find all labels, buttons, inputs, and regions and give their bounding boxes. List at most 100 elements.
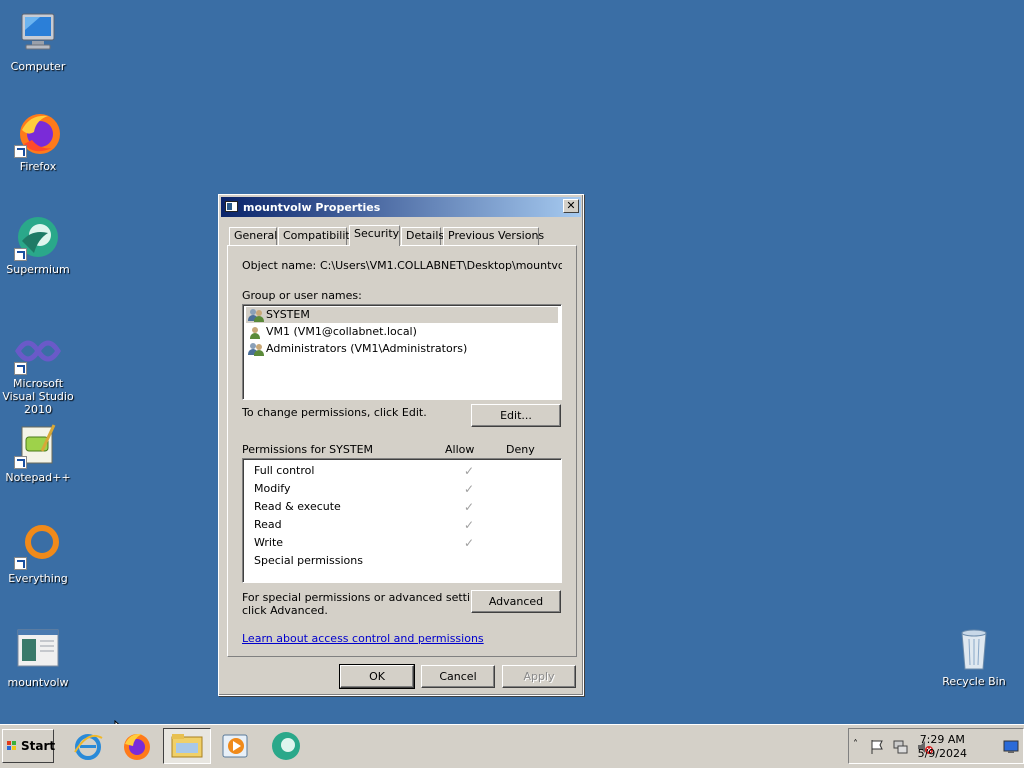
tab-previous-versions[interactable]: Previous Versions xyxy=(443,227,544,245)
shortcut-arrow-icon xyxy=(14,456,27,469)
edit-button[interactable]: Edit... xyxy=(471,404,561,427)
desktop-icon-label: Supermium xyxy=(6,263,70,276)
desktop-icon-computer[interactable]: Computer xyxy=(0,10,78,73)
group-or-user-names-label: Group or user names: xyxy=(242,289,362,302)
desktop-icon-label: Recycle Bin xyxy=(942,675,1006,688)
shortcut-arrow-icon xyxy=(14,557,27,570)
user-icon xyxy=(248,325,264,339)
allow-check-icon: ✓ xyxy=(464,464,475,478)
desktop-icon-label: Microsoft Visual Studio 2010 xyxy=(2,377,74,416)
action-center-flag-icon[interactable] xyxy=(869,739,885,755)
network-icon[interactable] xyxy=(893,739,909,755)
desktop-icon-supermium[interactable]: Supermium xyxy=(0,213,78,276)
change-permissions-text: To change permissions, click Edit. xyxy=(242,406,427,419)
executable-icon xyxy=(14,626,62,674)
permission-row: Modify ✓ xyxy=(254,480,564,498)
close-button[interactable]: ✕ xyxy=(563,199,579,213)
permissions-for-label: Permissions for SYSTEM xyxy=(242,443,374,456)
permission-row: Full control ✓ xyxy=(254,462,564,480)
permissions-list[interactable]: Full control ✓ Modify ✓ Read & execute ✓… xyxy=(242,458,562,583)
clock[interactable]: 7:29 AM 5/9/2024 xyxy=(918,733,967,761)
properties-dialog: mountvolw Properties ✕ General Compatibi… xyxy=(218,194,584,696)
list-item-label: VM1 (VM1@collabnet.local) xyxy=(266,325,417,338)
clock-date: 5/9/2024 xyxy=(917,747,967,760)
window-icon xyxy=(225,201,238,212)
allow-header: Allow xyxy=(445,443,475,456)
list-item-label: SYSTEM xyxy=(266,308,310,321)
desktop-icon-mountvolw[interactable]: mountvolw xyxy=(0,626,78,689)
system-tray: ˄ 7:29 AM 5/9/2024 xyxy=(848,728,1024,764)
permission-row: Write ✓ xyxy=(254,534,564,552)
allow-check-icon: ✓ xyxy=(464,482,475,496)
list-item[interactable]: Administrators (VM1\Administrators) xyxy=(246,341,558,357)
supermium-taskbar-icon[interactable] xyxy=(270,730,302,762)
media-player-icon[interactable] xyxy=(220,730,252,762)
user-list[interactable]: SYSTEM VM1 (VM1@collabnet.local) Adminis… xyxy=(242,304,562,400)
permission-row: Special permissions xyxy=(254,552,564,570)
deny-header: Deny xyxy=(506,443,535,456)
clock-time: 7:29 AM xyxy=(919,733,965,746)
show-desktop-icon[interactable] xyxy=(1003,739,1019,755)
tab-general[interactable]: General xyxy=(229,227,277,245)
shortcut-arrow-icon xyxy=(14,145,27,158)
file-explorer-taskbar-icon[interactable] xyxy=(163,728,211,764)
shortcut-arrow-icon xyxy=(14,362,27,375)
windows-logo-icon xyxy=(7,741,17,751)
everything-icon xyxy=(14,522,62,570)
tab-compatibility[interactable]: Compatibility xyxy=(278,227,356,245)
desktop-icon-firefox[interactable]: Firefox xyxy=(0,110,78,173)
dialog-titlebar[interactable]: mountvolw Properties ✕ xyxy=(221,197,581,217)
firefox-icon xyxy=(14,110,62,158)
taskbar: Start ˄ 7:29 AM 5/9/2024 xyxy=(0,724,1024,768)
desktop-icon-label: Computer xyxy=(10,60,66,73)
permission-name: Read xyxy=(254,518,282,531)
list-item-label: Administrators (VM1\Administrators) xyxy=(266,342,468,355)
allow-check-icon: ✓ xyxy=(464,536,475,550)
permission-name: Write xyxy=(254,536,284,549)
list-item[interactable]: SYSTEM xyxy=(246,307,558,323)
ok-button[interactable]: OK xyxy=(339,664,415,689)
tab-details[interactable]: Details xyxy=(401,227,444,245)
dialog-title: mountvolw Properties xyxy=(243,201,381,214)
desktop-icon-recycle-bin[interactable]: Recycle Bin xyxy=(934,625,1014,688)
start-label: Start xyxy=(21,739,56,753)
permission-name: Read & execute xyxy=(254,500,341,513)
desktop-icon-label: Everything xyxy=(8,572,68,585)
permission-row: Read ✓ xyxy=(254,516,564,534)
learn-access-control-link[interactable]: Learn about access control and permissio… xyxy=(242,632,484,645)
user-group-icon xyxy=(248,342,264,356)
advanced-settings-text-2: click Advanced. xyxy=(242,604,328,617)
cancel-button[interactable]: Cancel xyxy=(421,665,495,688)
desktop-icon-label: Firefox xyxy=(19,160,57,173)
advanced-settings-text: For special permissions or advanced sett… xyxy=(242,591,494,604)
notepadpp-icon xyxy=(14,421,62,469)
list-item[interactable]: VM1 (VM1@collabnet.local) xyxy=(246,324,558,340)
firefox-taskbar-icon[interactable] xyxy=(120,730,152,762)
security-tab-panel: Object name: C:\Users\VM1.COLLABNET\Desk… xyxy=(227,245,577,657)
tab-security[interactable]: Security xyxy=(349,225,400,246)
supermium-icon xyxy=(14,213,62,261)
recycle-bin-icon xyxy=(950,625,998,673)
desktop-icon-label: Notepad++ xyxy=(5,471,71,484)
user-group-icon xyxy=(248,308,264,322)
desktop-icon-everything[interactable]: Everything xyxy=(0,522,78,585)
allow-check-icon: ✓ xyxy=(464,500,475,514)
allow-check-icon: ✓ xyxy=(464,518,475,532)
permission-name: Full control xyxy=(254,464,315,477)
start-button[interactable]: Start xyxy=(2,729,56,763)
object-name-value: C:\Users\VM1.COLLABNET\Desktop\mountvolw… xyxy=(320,259,562,272)
visual-studio-icon xyxy=(14,327,62,375)
desktop-icon-notepadpp[interactable]: Notepad++ xyxy=(0,421,78,484)
object-name-label: Object name: xyxy=(242,259,317,272)
shortcut-arrow-icon xyxy=(14,248,27,261)
apply-button[interactable]: Apply xyxy=(502,665,576,688)
computer-icon xyxy=(14,10,62,58)
advanced-button[interactable]: Advanced xyxy=(471,590,561,613)
desktop-icon-visual-studio[interactable]: Microsoft Visual Studio 2010 xyxy=(0,327,78,416)
internet-explorer-icon[interactable] xyxy=(72,730,104,762)
desktop-icon-label: mountvolw xyxy=(7,676,69,689)
permission-row: Read & execute ✓ xyxy=(254,498,564,516)
show-hidden-icons-chevron-icon[interactable]: ˄ xyxy=(853,739,858,750)
permission-name: Special permissions xyxy=(254,554,363,567)
permission-name: Modify xyxy=(254,482,291,495)
